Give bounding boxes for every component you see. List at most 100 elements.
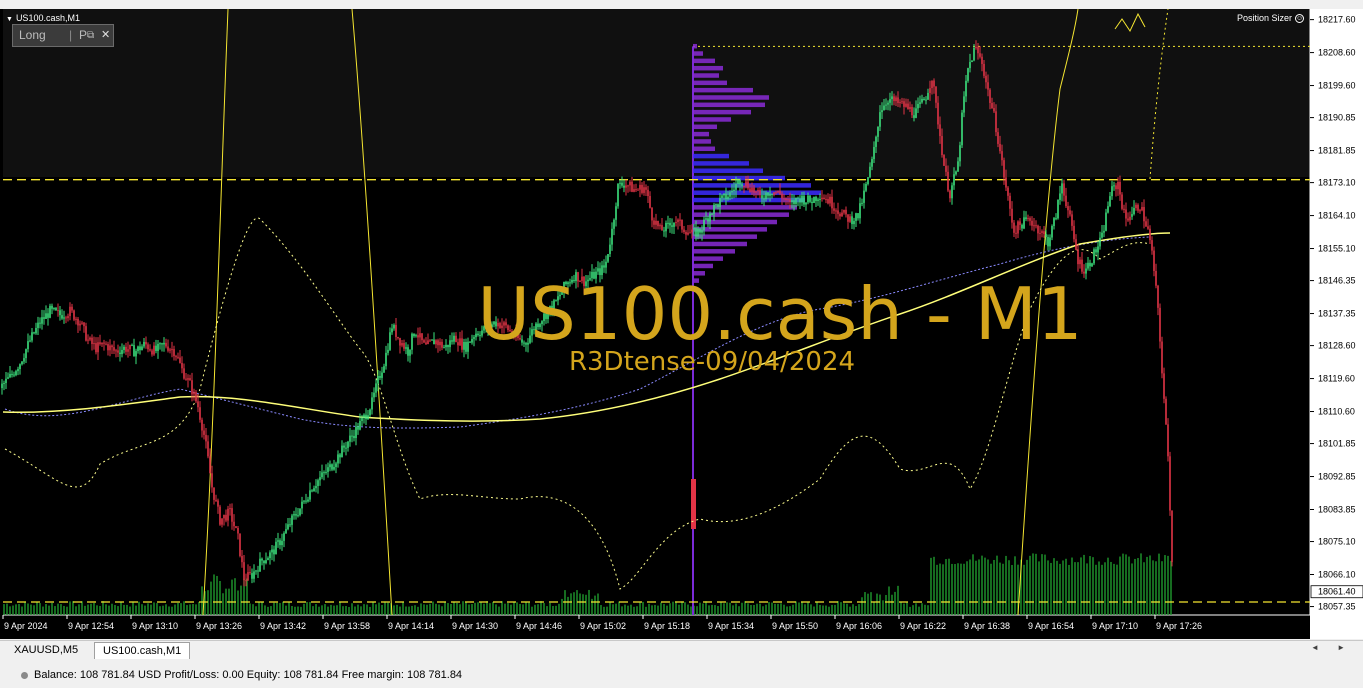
candle-body [71,306,73,311]
candle-body [191,380,193,395]
candle-body [37,322,39,328]
tab-us100[interactable]: US100.cash,M1 [94,642,191,659]
candle-body [789,199,791,203]
candle-body [943,155,945,166]
candle-body [973,47,975,61]
candle-body [389,332,391,350]
candle-body [263,560,265,564]
candle-body [1091,263,1093,267]
candle-body [743,185,745,187]
candle-body [1009,195,1011,209]
candle-body [333,466,335,470]
candle-body [5,378,7,384]
candle-body [35,327,37,334]
restore-window-icon[interactable]: ⧉ [87,25,94,46]
candle-body [851,216,853,225]
candle-body [21,361,23,365]
candle-body [467,341,469,352]
candle-body [387,349,389,353]
candle-body [335,463,337,467]
candle-body [23,358,25,362]
candle-body [281,540,283,546]
candle-body [779,190,781,194]
candle-body [291,515,293,525]
candle-body [331,464,333,470]
candle-body [983,63,985,76]
candle-body [797,197,799,199]
candle-body [275,541,277,555]
candle-body [337,454,339,464]
volume-profile-bar [693,234,757,239]
candle-body [1129,216,1131,221]
candle-body [53,308,55,310]
candle-body [715,204,717,206]
candle-body [653,220,655,225]
close-icon[interactable]: ✕ [101,25,110,46]
candle-body [775,192,777,194]
account-status-text: Balance: 108 781.84 USD Profit/Loss: 0.0… [34,669,463,681]
tab-xauusd[interactable]: XAUUSD,M5 [6,642,86,658]
candle-body [827,199,829,204]
tab-scroll-arrows-icon[interactable]: ◄ ► [1311,643,1353,652]
candle-body [367,415,369,420]
candle-body [883,105,885,111]
candle-body [383,366,385,373]
candle-body [937,102,939,125]
candle-body [691,229,693,233]
candle-body [453,335,455,342]
volume-profile-bar [693,65,723,71]
upper-zone-shade [3,9,1310,177]
candle-body [41,317,43,324]
candle-body [137,346,139,352]
candle-body [369,409,371,416]
candle-body [939,124,941,137]
candle-body [707,218,709,222]
candle-body [437,340,439,346]
candle-body [379,375,381,378]
volume-profile-bar [693,73,719,78]
candle-body [731,191,733,193]
candle-body [317,480,319,487]
candle-body [147,344,149,350]
candle-body [1053,218,1055,226]
candle-body [143,341,145,347]
candle-body [177,356,179,358]
time-tick-label: 9 Apr 15:02 [580,621,626,631]
candle-body [163,342,165,345]
candle-body [1107,206,1109,213]
candle-body [741,184,743,186]
candle-body [207,441,209,457]
candle-body [695,228,697,237]
candle-body [427,340,429,345]
candle-body [271,549,273,553]
candle-body [401,343,403,346]
candle-body [671,225,673,227]
panel-tab-p[interactable]: P [79,25,87,46]
candle-body [1099,237,1101,247]
volume-profile-bar [693,168,763,173]
position-sizer-panel[interactable]: Long | P ⧉ ✕ [12,24,114,47]
candle-body [85,326,87,341]
candle-body [1081,259,1083,272]
volume-profile-bar [693,109,751,115]
candle-body [345,447,347,449]
direction-button[interactable]: Long [19,25,46,46]
time-tick-label: 9 Apr 16:38 [964,621,1010,631]
candle-body [439,341,441,346]
candle-body [799,198,801,203]
candle-body [1157,285,1159,308]
candle-body [879,112,881,127]
candle-body [241,556,243,563]
candle-body [1133,208,1135,215]
price-chart[interactable]: 18217.60 18208.60 18199.60 18190.85 18181.85… [0,9,1363,639]
candle-body [859,203,861,219]
candle-body [89,337,91,340]
position-sizer-label[interactable]: Position Sizer [1237,13,1292,23]
candle-body [219,506,221,525]
price-tick-label: 18181.85 [1318,146,1356,156]
volume-profile-bar [693,58,715,64]
candle-body [235,526,237,529]
candle-body [729,192,731,197]
window-menu-icon[interactable]: ▼ [6,16,13,23]
candle-body [997,132,999,144]
